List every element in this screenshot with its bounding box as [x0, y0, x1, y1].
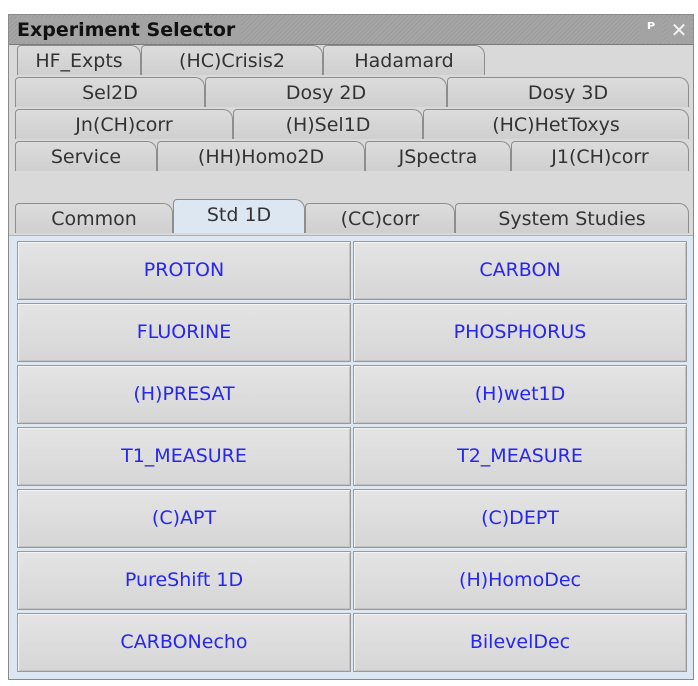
h-presat-label: (H)PRESAT [133, 383, 235, 405]
c-apt-label: (C)APT [151, 507, 217, 529]
tab-jn-ch-corr[interactable]: Jn(CH)corr [15, 109, 233, 139]
phosphorus-label: PHOSPHORUS [453, 321, 587, 343]
tab-jspectra[interactable]: JSpectra [365, 141, 511, 171]
carbon-label: CARBON [479, 259, 561, 281]
tab-dosy-3d[interactable]: Dosy 3D [447, 77, 689, 107]
tab-j1-ch-corr[interactable]: J1(CH)corr [511, 141, 689, 171]
tab-cc-corr[interactable]: (CC)corr [305, 203, 455, 233]
bileveldec-label: BilevelDec [469, 631, 571, 653]
h-presat-button[interactable]: (H)PRESAT [17, 365, 351, 424]
t1-measure-label: T1_MEASURE [121, 445, 247, 467]
t1-measure-button[interactable]: T1_MEASURE [17, 427, 351, 486]
h-wet1d-label: (H)wet1D [474, 383, 566, 405]
c-dept-button[interactable]: (C)DEPT [353, 489, 687, 548]
close-icon[interactable]: ✕ [667, 18, 691, 42]
phosphorus-button[interactable]: PHOSPHORUS [353, 303, 687, 362]
experiment-button-grid: PROTON CARBON FLUORINE PHOSPHORUS (H)PRE… [17, 241, 687, 672]
tab-sel2d[interactable]: Sel2D [15, 77, 205, 107]
tab-hadamard[interactable]: Hadamard [323, 45, 485, 75]
tab-system-studies[interactable]: System Studies [455, 203, 689, 233]
tab-h-sel1d[interactable]: (H)Sel1D [233, 109, 423, 139]
c-dept-label: (C)DEPT [481, 507, 559, 529]
tab-hh-homo2d[interactable]: (HH)Homo2D [157, 141, 365, 171]
tab-std-1d[interactable]: Std 1D [173, 199, 305, 233]
h-wet1d-button[interactable]: (H)wet1D [353, 365, 687, 424]
pureshift-1d-label: PureShift 1D [124, 569, 244, 591]
t2-measure-button[interactable]: T2_MEASURE [353, 427, 687, 486]
panel-title: Experiment Selector [17, 18, 242, 42]
carbon-button[interactable]: CARBON [353, 241, 687, 300]
experiment-selector-panel: Experiment Selector ᴾ ✕ HF_Expts (HC)Cri… [8, 14, 694, 680]
tab-content-std-1d: PROTON CARBON FLUORINE PHOSPHORUS (H)PRE… [9, 235, 693, 679]
fluorine-label: FLUORINE [136, 321, 232, 343]
tab-hc-crisis2[interactable]: (HC)Crisis2 [141, 45, 323, 75]
tab-hc-hettoxys[interactable]: (HC)HetToxys [423, 109, 689, 139]
carbonecho-label: CARBONecho [120, 631, 248, 653]
tab-service[interactable]: Service [15, 141, 157, 171]
c-apt-button[interactable]: (C)APT [17, 489, 351, 548]
tab-common[interactable]: Common [15, 203, 173, 233]
proton-button[interactable]: PROTON [17, 241, 351, 300]
pureshift-1d-button[interactable]: PureShift 1D [17, 551, 351, 610]
tab-strip: HF_Expts (HC)Crisis2 Hadamard Sel2D Dosy… [9, 45, 693, 235]
carbonecho-button[interactable]: CARBONecho [17, 613, 351, 672]
bileveldec-button[interactable]: BilevelDec [353, 613, 687, 672]
tab-hf-expts[interactable]: HF_Expts [17, 45, 141, 75]
proton-label: PROTON [143, 259, 225, 281]
pin-icon[interactable]: ᴾ [639, 18, 663, 42]
title-bar: Experiment Selector ᴾ ✕ [9, 15, 693, 45]
h-homodec-button[interactable]: (H)HomoDec [353, 551, 687, 610]
t2-measure-label: T2_MEASURE [457, 445, 583, 467]
fluorine-button[interactable]: FLUORINE [17, 303, 351, 362]
h-homodec-label: (H)HomoDec [459, 569, 581, 591]
tab-dosy-2d[interactable]: Dosy 2D [205, 77, 447, 107]
